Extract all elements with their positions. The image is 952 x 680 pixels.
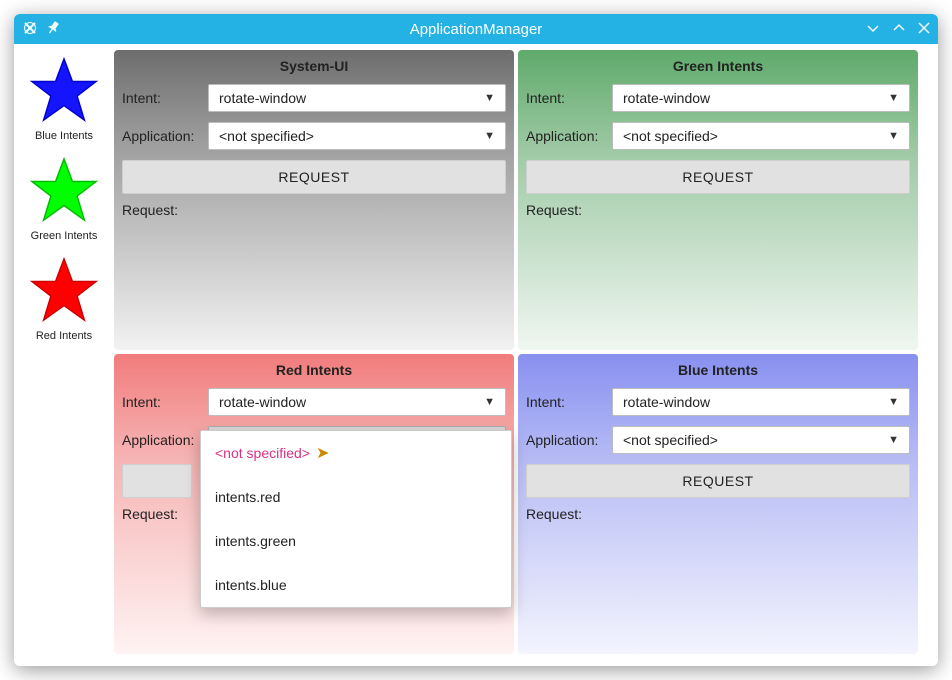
intent-label: Intent: [122,90,202,106]
application-select[interactable]: <not specified> ▼ [208,122,506,150]
application-label: Application: [122,128,202,144]
title-bar[interactable]: ApplicationManager [14,14,938,44]
intent-select-value: rotate-window [623,90,710,106]
application-select-value: <not specified> [623,432,718,448]
intent-label: Intent: [526,90,606,106]
cursor-icon: ➤ [316,443,329,463]
intent-label: Intent: [122,394,202,410]
dropdown-option-label: intents.red [215,489,280,505]
request-button[interactable]: REQUEST [526,160,910,194]
dropdown-option-label: intents.green [215,533,296,549]
application-label: Application: [526,128,606,144]
pin-icon[interactable] [46,21,60,38]
chevron-down-icon: ▼ [484,396,495,408]
sidebar: Blue Intents Green Intents Red Intents [14,44,114,666]
panel-title: Blue Intents [526,360,910,384]
intent-select[interactable]: rotate-window ▼ [612,84,910,112]
dropdown-option-label: intents.blue [215,577,287,593]
request-label: Request: [526,506,910,522]
star-icon [29,256,99,326]
app-icon [22,20,38,39]
sidebar-item-label: Blue Intents [35,130,93,142]
star-icon [29,56,99,126]
request-button[interactable]: REQUEST [122,160,506,194]
intent-select[interactable]: rotate-window ▼ [208,388,506,416]
panel-title: Red Intents [122,360,506,384]
request-label: Request: [526,202,910,218]
intent-label: Intent: [526,394,606,410]
dropdown-option-label: <not specified> [215,445,310,461]
panel-blue-intents: Blue Intents Intent: rotate-window ▼ App… [518,354,918,654]
intent-select[interactable]: rotate-window ▼ [208,84,506,112]
panel-green-intents: Green Intents Intent: rotate-window ▼ Ap… [518,50,918,350]
sidebar-item-label: Red Intents [36,330,92,342]
window-title: ApplicationManager [14,21,938,38]
request-label: Request: [122,202,506,218]
star-icon [29,156,99,226]
application-select[interactable]: <not specified> ▼ [612,426,910,454]
intent-select-value: rotate-window [623,394,710,410]
sidebar-item-label: Green Intents [31,230,98,242]
chevron-down-icon: ▼ [484,92,495,104]
maximize-icon[interactable] [892,21,906,38]
intent-select-value: rotate-window [219,90,306,106]
request-button[interactable] [122,464,192,498]
application-select[interactable]: <not specified> ▼ [612,122,910,150]
window-frame: ApplicationManager Blue Intents Green In… [14,14,938,666]
intent-select-value: rotate-window [219,394,306,410]
minimize-icon[interactable] [866,21,880,38]
panel-title: Green Intents [526,56,910,80]
application-label: Application: [526,432,606,448]
panel-system-ui: System-UI Intent: rotate-window ▼ Applic… [114,50,514,350]
client-area: Blue Intents Green Intents Red Intents S… [14,44,938,666]
sidebar-item-green[interactable]: Green Intents [14,156,114,242]
chevron-down-icon: ▼ [888,434,899,446]
sidebar-item-red[interactable]: Red Intents [14,256,114,342]
application-label: Application: [122,432,202,448]
chevron-down-icon: ▼ [888,396,899,408]
application-dropdown[interactable]: <not specified> ➤ intents.red intents.gr… [200,430,512,608]
chevron-down-icon: ▼ [484,130,495,142]
dropdown-option[interactable]: intents.blue [201,563,511,607]
intent-select[interactable]: rotate-window ▼ [612,388,910,416]
dropdown-option[interactable]: intents.green [201,519,511,563]
close-icon[interactable] [918,21,930,37]
dropdown-option[interactable]: intents.red [201,475,511,519]
chevron-down-icon: ▼ [888,130,899,142]
dropdown-option[interactable]: <not specified> ➤ [201,431,511,475]
panel-title: System-UI [122,56,506,80]
sidebar-item-blue[interactable]: Blue Intents [14,56,114,142]
application-select-value: <not specified> [219,128,314,144]
chevron-down-icon: ▼ [888,92,899,104]
stage: System-UI Intent: rotate-window ▼ Applic… [114,50,932,660]
request-button[interactable]: REQUEST [526,464,910,498]
application-select-value: <not specified> [623,128,718,144]
